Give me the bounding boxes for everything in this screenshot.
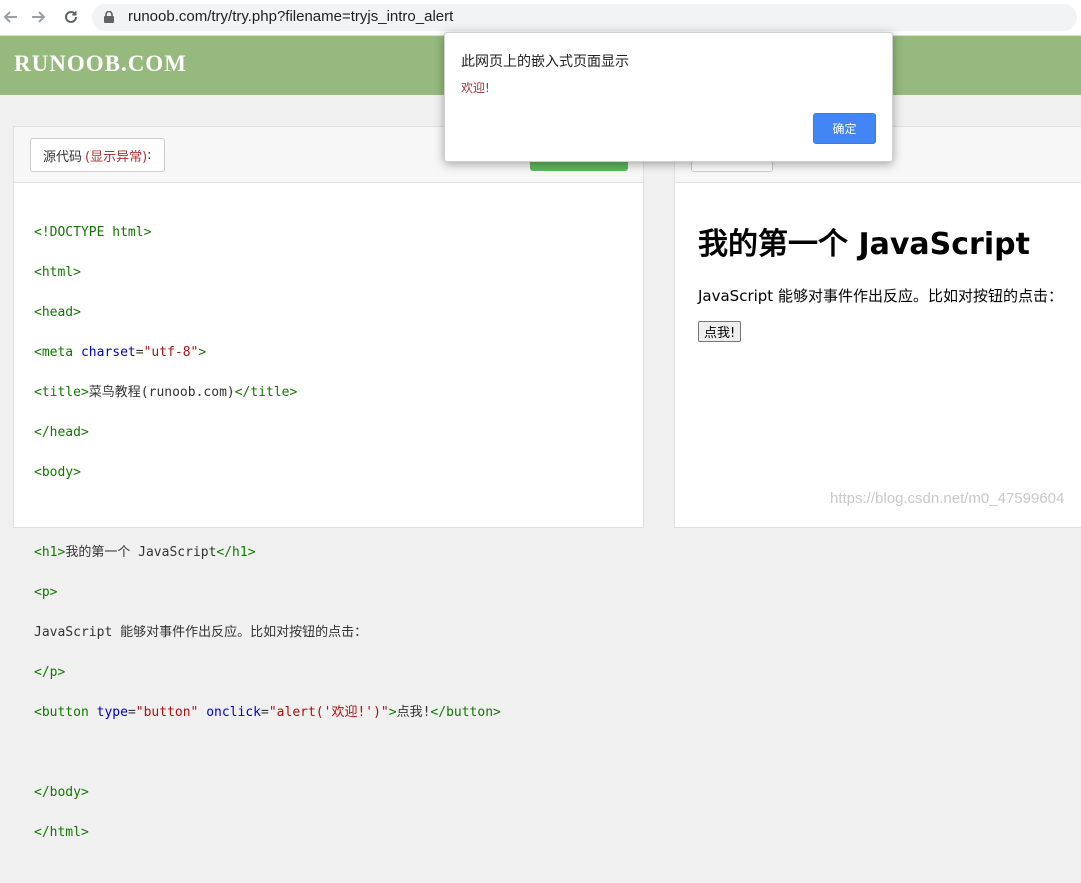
code-token: <!DOCTYPE html> [34,225,152,240]
code-token: "alert('欢迎!')" [268,705,389,720]
code-token: <head> [34,305,81,320]
code-token: </html> [34,825,89,840]
code-token: 点我! [396,705,431,720]
code-token: </p> [34,665,66,680]
source-label: 源代码 [43,149,83,165]
code-token: </head> [34,425,89,440]
preview-paragraph: JavaScript 能够对事件作出反应。比如对按钮的点击： [698,287,1063,305]
code-editor[interactable]: <!DOCTYPE html> <html> <head> <meta char… [34,203,501,883]
code-token: <html> [34,265,81,280]
code-token: </body> [34,785,89,800]
code-token: = [135,345,144,360]
click-me-button[interactable]: 点我! [698,321,742,342]
lock-icon [104,11,114,23]
code-line: <html> [34,263,501,283]
code-token: "utf-8" [143,345,199,360]
code-token: > [388,705,397,720]
code-token: charset [80,345,136,360]
code-line: </body> [34,783,501,803]
code-token: = [127,705,136,720]
source-code-button[interactable]: 源代码 (显示异常) : [30,138,165,172]
code-line: </head> [34,423,501,443]
site-logo[interactable]: RUNOOB.COM [14,51,187,77]
code-token: </button> [430,705,501,720]
code-line: </html> [34,823,501,843]
code-line: <body> [34,463,501,483]
dialog-ok-button[interactable]: 确定 [813,113,876,144]
alert-dialog: 此网页上的嵌入式页面显示 欢迎! 确定 [444,32,893,162]
url-text: runoob.com/try/try.php?filename=tryjs_in… [128,8,454,25]
code-token: type [96,705,128,720]
code-line: <head> [34,303,501,323]
code-line: <button type="button" onclick="alert('欢迎… [34,703,501,723]
code-token: </h1> [216,545,256,560]
code-token: <h1> [34,545,66,560]
reload-icon[interactable] [60,6,82,28]
source-panel: 源代码 (显示异常) : <!DOCTYPE html> <html> <hea… [13,126,644,840]
code-line: <meta charset="utf-8"> [34,343,501,363]
code-token: onclick [206,705,262,720]
preview-heading: 我的第一个 JavaScript [698,227,1030,262]
source-suffix: : [147,147,152,163]
code-line: <title>菜鸟教程(runoob.com)</title> [34,383,501,403]
browser-toolbar: runoob.com/try/try.php?filename=tryjs_in… [0,0,1081,36]
code-token: > [198,345,207,360]
code-line: </p> [34,663,501,683]
code-line: <h1>我的第一个 JavaScript</h1> [34,543,501,563]
code-token: "button" [135,705,199,720]
code-line: JavaScript 能够对事件作出反应。比如对按钮的点击： [34,623,501,643]
code-line: <!DOCTYPE html> [34,223,501,243]
code-token: <button [34,705,97,720]
code-token: 菜鸟教程(runoob.com) [88,385,235,400]
code-token: <body> [34,465,81,480]
forward-arrow-icon[interactable] [27,6,49,28]
code-line: <p> [34,583,501,603]
code-token: </title> [234,385,298,400]
back-arrow-icon[interactable] [0,6,22,28]
code-token: JavaScript 能够对事件作出反应。比如对按钮的点击： [34,625,368,640]
watermark: https://blog.csdn.net/m0_47599604 [830,490,1065,507]
code-token: <title> [34,385,89,400]
address-bar[interactable]: runoob.com/try/try.php?filename=tryjs_in… [92,4,1077,31]
code-token: <p> [34,585,58,600]
code-token: 我的第一个 JavaScript [65,545,217,560]
dialog-title: 此网页上的嵌入式页面显示 [461,54,629,70]
code-token: <meta [34,345,81,360]
dialog-message: 欢迎! [461,81,490,95]
source-hint: (显示异常) [85,149,148,165]
code-token: = [261,705,269,720]
preview-panel: 我的第一个 JavaScript JavaScript 能够对事件作出反应。比如… [674,126,1081,528]
